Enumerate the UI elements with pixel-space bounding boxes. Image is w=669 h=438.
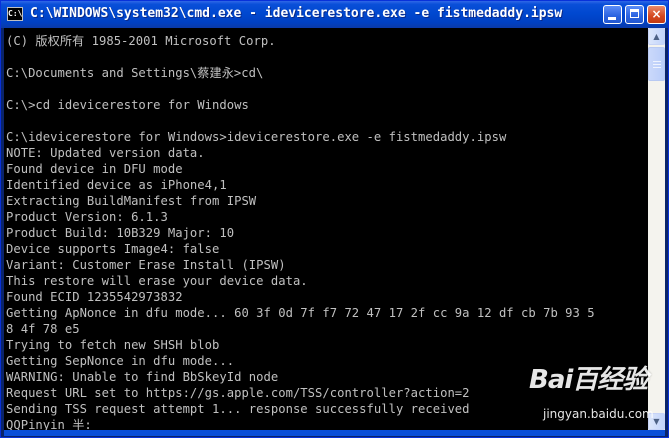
thumb-grip-line (653, 67, 661, 68)
close-button[interactable]: × (647, 5, 666, 24)
title-bar[interactable]: C:\ C:\WINDOWS\system32\cmd.exe - idevic… (1, 1, 668, 28)
console-line: Sending TSS request attempt 1... respons… (6, 402, 470, 416)
console-line: Getting SepNonce in dfu mode... (6, 354, 235, 368)
maximize-button[interactable] (625, 5, 644, 24)
console-line: Request URL set to https://gs.apple.com/… (6, 386, 470, 400)
console-line: Found ECID 1235542973832 (6, 290, 183, 304)
console-line: QQPinyin 半: (6, 418, 92, 430)
maximize-icon (630, 9, 639, 18)
console-lines: (C) 版权所有 1985-2001 Microsoft Corp. C:\Do… (6, 33, 595, 430)
scroll-up-button[interactable]: ▲ (648, 28, 665, 45)
console-line: This restore will erase your device data… (6, 274, 308, 288)
console-line: Found device in DFU mode (6, 162, 183, 176)
cmd-window: C:\ C:\WINDOWS\system32\cmd.exe - idevic… (0, 0, 669, 438)
watermark-logo: Bai百经验 (529, 365, 648, 395)
console-line: Identified device as iPhone4,1 (6, 178, 227, 192)
watermark-url: jingyan.baidu.com (543, 407, 654, 421)
thumb-grip-line (653, 61, 661, 62)
console-line: C:\Documents and Settings\蔡建永>cd\ (6, 66, 264, 80)
scroll-up-arrow-icon: ▲ (653, 32, 660, 41)
scroll-thumb[interactable] (648, 47, 665, 81)
close-icon: × (651, 7, 662, 21)
cmd-app-icon[interactable]: C:\ (7, 7, 23, 21)
baidu-jingyan-watermark: Bai百经验 jingyan.baidu.com (523, 363, 663, 433)
console-line: Product Version: 6.1.3 (6, 210, 168, 224)
console-line: (C) 版权所有 1985-2001 Microsoft Corp. (6, 34, 276, 48)
minimize-icon (608, 17, 616, 20)
console-line: Product Build: 10B329 Major: 10 (6, 226, 235, 240)
console-line: C:\>cd idevicerestore for Windows (6, 98, 249, 112)
console-line: NOTE: Updated version data. (6, 146, 205, 160)
console-line: Getting ApNonce in dfu mode... 60 3f 0d … (6, 306, 595, 320)
console-line: Trying to fetch new SHSH blob (6, 338, 220, 352)
console-line: 8 4f 78 e5 (6, 322, 80, 336)
console-line: C:\idevicerestore for Windows>ideviceres… (6, 130, 507, 144)
thumb-grip-line (653, 64, 661, 65)
minimize-button[interactable] (603, 5, 622, 24)
console-line: WARNING: Unable to find BbSkeyId node (6, 370, 279, 384)
console-line: Device supports Image4: false (6, 242, 220, 256)
console-line: Variant: Customer Erase Install (IPSW) (6, 258, 286, 272)
console-line: Extracting BuildManifest from IPSW (6, 194, 257, 208)
window-title: C:\WINDOWS\system32\cmd.exe - ideviceres… (30, 6, 563, 21)
